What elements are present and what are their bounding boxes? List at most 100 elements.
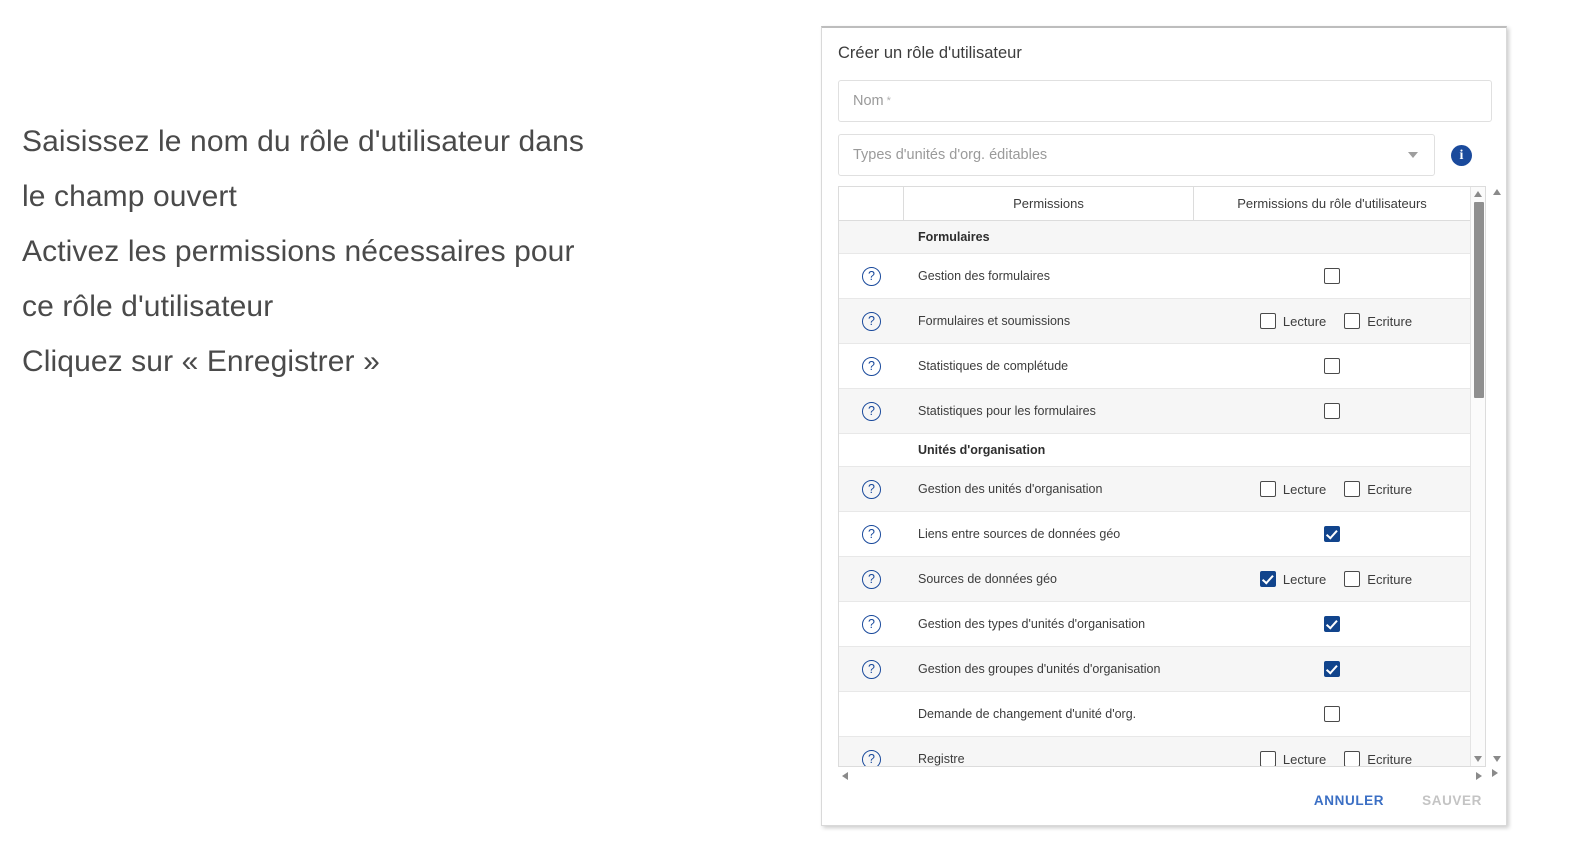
write-checkbox[interactable] <box>1344 751 1361 766</box>
help-question-icon[interactable]: ? <box>862 311 881 331</box>
instruction-line: Activez les permissions nécessaires pour <box>22 235 575 268</box>
permission-label: Gestion des unités d'organisation <box>918 482 1103 496</box>
help-icon-cell: ? <box>839 311 904 331</box>
info-icon[interactable]: i <box>1451 145 1472 166</box>
permission-checkbox[interactable] <box>1324 616 1340 632</box>
help-icon-cell: ? <box>839 266 904 286</box>
read-checkbox-label: Lecture <box>1282 571 1327 587</box>
read-checkbox[interactable] <box>1259 751 1276 766</box>
scroll-down-icon[interactable] <box>1474 756 1482 762</box>
read-permission-group: Lecture <box>1259 313 1327 329</box>
read-checkbox[interactable] <box>1259 481 1276 497</box>
scroll-left-icon[interactable] <box>842 772 848 780</box>
role-permission-cell <box>1194 661 1470 677</box>
panel-vertical-scrollbar[interactable] <box>1490 186 1504 777</box>
cancel-button[interactable]: ANNULER <box>1308 792 1390 809</box>
dialog-footer: ANNULER SAUVER <box>1308 792 1488 809</box>
help-question-icon[interactable]: ? <box>862 659 881 679</box>
help-question-icon[interactable]: ? <box>862 749 881 766</box>
role-permission-cell: Lecture Ecriture <box>1194 751 1470 767</box>
role-permission-cell <box>1194 268 1470 284</box>
scrollbar-thumb[interactable] <box>1473 202 1484 398</box>
read-checkbox-label: Lecture <box>1282 481 1327 497</box>
chevron-down-icon[interactable] <box>1408 152 1418 158</box>
table-section-row: Unités d'organisation <box>839 434 1470 467</box>
permissions-table: Permissions Permissions du rôle d'utilisa… <box>838 186 1486 767</box>
required-asterisk: * <box>886 95 891 107</box>
table-horizontal-scrollbar[interactable] <box>838 768 1486 784</box>
permission-label: Demande de changement d'unité d'org. <box>918 707 1137 721</box>
role-permission-cell <box>1194 358 1470 374</box>
write-checkbox-label: Ecriture <box>1367 313 1413 329</box>
permission-checkbox[interactable] <box>1324 661 1340 677</box>
section-label: Formulaires <box>918 230 990 244</box>
write-permission-group: Ecriture <box>1344 571 1412 587</box>
help-icon-cell: ? <box>839 614 904 634</box>
panel-scroll-right-icon[interactable] <box>1492 769 1498 777</box>
table-row: ? Liens entre sources de données géo <box>839 512 1470 557</box>
help-question-icon[interactable]: ? <box>862 614 881 634</box>
write-permission-group: Ecriture <box>1344 481 1412 497</box>
permission-checkbox[interactable] <box>1324 403 1340 419</box>
help-icon-cell: ? <box>839 569 904 589</box>
instructions-block: Saisissez le nom du rôle d'utilisateur d… <box>22 114 762 389</box>
instruction-line: ce rôle d'utilisateur <box>22 290 274 323</box>
read-write-checkbox-group: Lecture Ecriture <box>1259 481 1412 497</box>
org-unit-types-placeholder: Types d'unités d'org. éditables <box>853 147 1048 163</box>
read-checkbox[interactable] <box>1259 313 1276 329</box>
table-row: Demande de changement d'unité d'org. <box>839 692 1470 737</box>
header-cell-role-permissions: Permissions du rôle d'utilisateurs <box>1237 196 1427 211</box>
screen-root: Saisissez le nom du rôle d'utilisateur d… <box>0 0 1586 845</box>
table-row: ? Gestion des groupes d'unités d'organisa… <box>839 647 1470 692</box>
write-checkbox-label: Ecriture <box>1367 571 1413 587</box>
write-checkbox[interactable] <box>1344 571 1361 587</box>
read-checkbox[interactable] <box>1259 571 1276 587</box>
permission-checkbox[interactable] <box>1324 268 1340 284</box>
help-question-icon[interactable]: ? <box>862 569 881 589</box>
permission-checkbox[interactable] <box>1324 526 1340 542</box>
help-question-icon[interactable]: ? <box>862 356 881 376</box>
permission-label: Registre <box>918 752 965 766</box>
scroll-right-icon[interactable] <box>1476 772 1482 780</box>
role-permission-cell <box>1194 403 1470 419</box>
table-row: ? Gestion des types d'unités d'organisati… <box>839 602 1470 647</box>
read-checkbox-label: Lecture <box>1282 313 1327 329</box>
scroll-up-icon[interactable] <box>1474 191 1482 197</box>
permission-label: Formulaires et soumissions <box>918 314 1071 328</box>
help-icon-cell: ? <box>839 401 904 421</box>
read-write-checkbox-group: Lecture Ecriture <box>1259 313 1413 329</box>
page-title: Créer un rôle d'utilisateur <box>838 44 1022 62</box>
help-question-icon[interactable]: ? <box>862 524 881 544</box>
create-user-role-panel: Créer un rôle d'utilisateur Nom * Types d… <box>821 26 1507 826</box>
name-field[interactable]: Nom * <box>838 80 1492 122</box>
table-row: ? Sources de données géo Lecture Ecriture <box>839 557 1470 602</box>
write-checkbox-label: Ecriture <box>1367 751 1413 767</box>
write-checkbox[interactable] <box>1344 481 1361 497</box>
panel-scroll-down-icon[interactable] <box>1492 756 1501 762</box>
permission-label: Sources de données géo <box>918 572 1057 586</box>
help-question-icon[interactable]: ? <box>862 401 881 421</box>
permission-checkbox[interactable] <box>1324 706 1340 722</box>
help-question-icon[interactable]: ? <box>862 266 881 286</box>
write-checkbox-label: Ecriture <box>1367 481 1413 497</box>
help-question-icon[interactable]: ? <box>862 479 881 499</box>
permission-label: Gestion des groupes d'unités d'organisat… <box>918 662 1161 676</box>
read-permission-group: Lecture <box>1259 751 1326 766</box>
table-row: ? Formulaires et soumissions Lecture Ecritu… <box>839 299 1470 344</box>
read-write-checkbox-group: Lecture Ecriture <box>1259 751 1413 767</box>
permission-label: Liens entre sources de données géo <box>918 527 1121 541</box>
instruction-line: Cliquez sur « Enregistrer » <box>22 345 380 378</box>
org-unit-types-select[interactable]: Types d'unités d'org. éditables <box>838 134 1435 176</box>
save-button: SAUVER <box>1416 792 1488 809</box>
table-vertical-scrollbar[interactable] <box>1470 187 1485 766</box>
write-checkbox[interactable] <box>1344 313 1361 329</box>
role-permission-cell <box>1194 706 1470 722</box>
panel-scroll-up-icon[interactable] <box>1492 189 1501 195</box>
header-cell-permissions: Permissions <box>904 187 1194 220</box>
table-row: ? Registre Lecture Ecriture <box>839 737 1470 767</box>
table-header-row: Permissions Permissions du rôle d'utilisa… <box>839 187 1470 221</box>
help-icon-cell: ? <box>839 659 904 679</box>
permission-label: Statistiques pour les formulaires <box>918 404 1096 418</box>
permission-checkbox[interactable] <box>1324 358 1340 374</box>
read-permission-group: Lecture <box>1259 481 1327 497</box>
